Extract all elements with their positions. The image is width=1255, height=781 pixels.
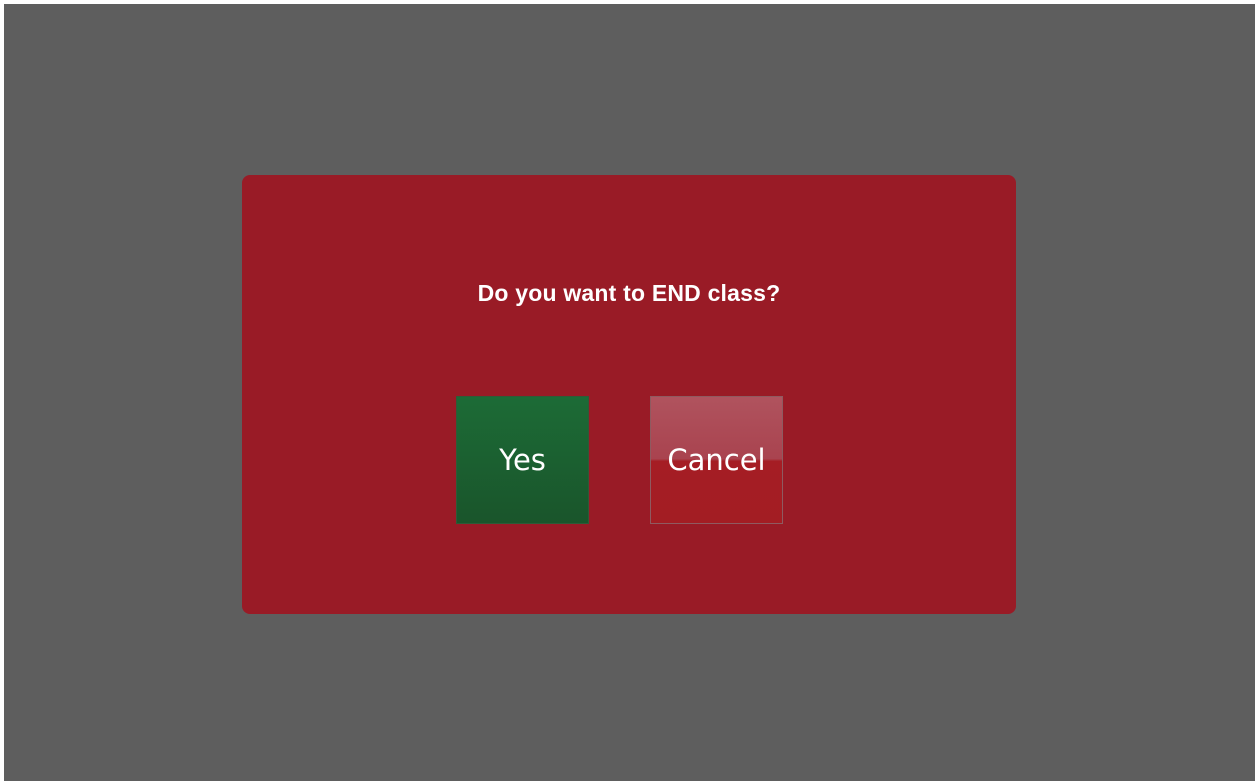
yes-button[interactable]: Yes [456,396,589,524]
end-class-dialog: Do you want to END class? Yes Cancel [242,175,1016,614]
dialog-prompt: Do you want to END class? [477,280,781,306]
screen-backdrop: Do you want to END class? Yes Cancel [4,4,1255,781]
cancel-button-label: Cancel [667,443,766,477]
yes-button-label: Yes [499,443,546,477]
cancel-button[interactable]: Cancel [650,396,783,524]
